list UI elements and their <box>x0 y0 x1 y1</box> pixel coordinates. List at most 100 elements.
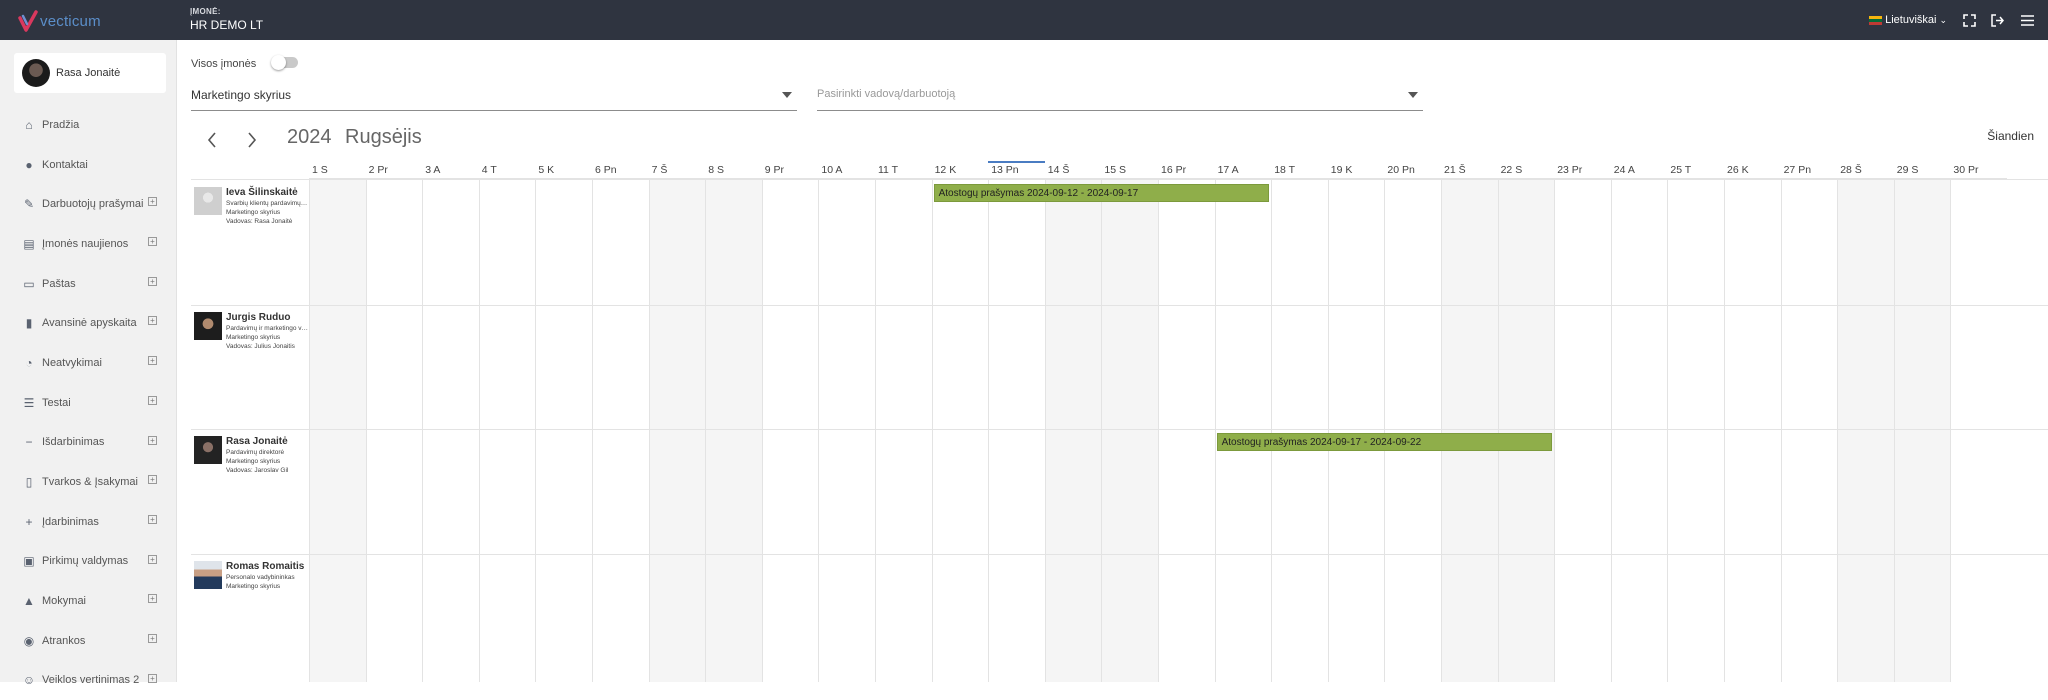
day-header: 21 Š <box>1441 161 1498 179</box>
sidebar-item-label: Kontaktai <box>42 158 88 171</box>
employee-photo <box>194 187 222 215</box>
all-companies-toggle[interactable] <box>271 55 298 70</box>
sidebar-item[interactable]: + Įdarbinimas + <box>0 502 177 542</box>
expand-icon[interactable]: + <box>148 395 157 405</box>
hamburger-menu-icon[interactable] <box>2019 12 2035 28</box>
day-column <box>761 161 819 682</box>
sidebar-item-label: Darbuotojų prašymai <box>42 198 144 211</box>
sidebar-item[interactable]: ✎ Darbuotojų prašymai + <box>0 184 177 224</box>
news-icon: ▤ <box>23 236 35 251</box>
expand-icon[interactable]: + <box>148 554 157 564</box>
day-header: 11 T <box>875 161 932 179</box>
company-label: ĮMONĖ: <box>190 7 221 16</box>
day-column <box>1158 161 1215 682</box>
day-header: 15 S <box>1101 161 1158 179</box>
sidebar-item[interactable]: ▮ Avansinė apyskaita + <box>0 303 177 343</box>
sidebar-item-label: Mokymai <box>42 595 87 608</box>
employee-row-header[interactable]: Romas Romaitis Personalo vadybininkas Mark… <box>191 554 309 650</box>
employee-name: Ieva Šilinskaitė <box>226 187 298 198</box>
main-content: Visos įmonės Marketingo skyrius Pasirink… <box>177 40 2048 682</box>
expand-icon[interactable]: + <box>148 316 157 326</box>
expand-icon[interactable]: + <box>148 514 157 524</box>
day-column <box>1327 161 1385 682</box>
sidebar-item[interactable]: − Išdarbinimas + <box>0 423 177 463</box>
department-select[interactable]: Marketingo skyrius <box>191 85 797 111</box>
day-column <box>1384 161 1441 682</box>
employee-row-header[interactable]: Jurgis RuduoPardavimų ir marketingo vady… <box>191 305 309 401</box>
day-column <box>648 161 706 682</box>
day-header: 24 A <box>1610 161 1668 179</box>
today-button[interactable]: Šiandien <box>1987 129 2034 143</box>
sidebar-item[interactable]: ▣ Pirkimų valdymas + <box>0 542 177 582</box>
day-header: 23 Pr <box>1554 161 1611 179</box>
expand-icon[interactable]: + <box>148 435 157 445</box>
day-header: 17 A <box>1214 161 1272 179</box>
graduation-cap-icon: ▲ <box>23 594 35 609</box>
vecticum-logo-icon <box>18 10 38 32</box>
user-minus-icon: − <box>25 435 33 450</box>
row-divider <box>191 429 2048 430</box>
avatar <box>22 59 50 87</box>
row-divider <box>191 304 2048 306</box>
day-column <box>478 161 536 682</box>
expand-icon[interactable]: + <box>148 356 157 366</box>
sidebar-item[interactable]: ▯ Tvarkos & Įsakymai + <box>0 462 177 502</box>
day-header: 12 K <box>931 161 989 179</box>
expand-icon[interactable]: + <box>148 197 157 207</box>
sidebar-item-label: Pirkimų valdymas <box>42 555 129 568</box>
fullscreen-icon[interactable] <box>1961 12 1977 28</box>
logout-icon[interactable] <box>1990 12 2006 28</box>
previous-month-button[interactable] <box>207 128 217 154</box>
employee-row-header[interactable]: Ieva Šilinskaitė Svarbių klientų pardavim… <box>191 181 309 276</box>
employee-row-header[interactable]: Rasa Jonaitė Pardavimų direktorė Marketing… <box>191 430 309 525</box>
day-header: 29 S <box>1893 161 1951 179</box>
day-column <box>1610 161 1668 682</box>
calendar-year: 2024 <box>287 126 332 148</box>
expand-icon[interactable]: + <box>148 633 157 643</box>
user-card[interactable]: Rasa Jonaitė <box>14 53 166 93</box>
money-icon: ▣ <box>23 554 35 569</box>
all-companies-label: Visos įmonės <box>191 58 257 70</box>
employee-photo <box>194 436 222 464</box>
sidebar-item[interactable]: ⌂ Pradžia <box>0 105 177 145</box>
sidebar-item-label: Neatvykimai <box>42 356 102 369</box>
sidebar-item-label: Įdarbinimas <box>42 515 99 528</box>
user-circle-icon: ◉ <box>23 633 35 648</box>
expand-icon[interactable]: + <box>148 594 157 604</box>
logo[interactable]: vecticum <box>18 9 101 33</box>
sidebar-item[interactable]: ● Kontaktai <box>0 145 177 185</box>
day-header: 4 T <box>478 161 536 179</box>
sidebar-item[interactable]: ◔ Neatvykimai + <box>0 343 177 383</box>
sidebar-item[interactable]: ▲ Mokymai + <box>0 581 177 621</box>
day-column <box>1724 161 1781 682</box>
day-header: 13 Pn <box>988 161 1045 179</box>
expand-icon[interactable]: + <box>148 237 157 247</box>
sidebar-item[interactable]: ▤ Įmonės naujienos + <box>0 224 177 264</box>
language-selector[interactable]: Lietuviškai ⌄ <box>1869 14 1947 26</box>
employee-photo <box>194 311 222 340</box>
employee-name: Rasa Jonaitė <box>226 436 288 447</box>
day-column <box>1497 161 1555 682</box>
next-month-button[interactable] <box>247 128 257 154</box>
day-column <box>1780 161 1838 682</box>
sidebar-item[interactable]: ☰ Testai + <box>0 383 177 423</box>
vacation-request-event[interactable]: Atostogų prašymas 2024-09-12 - 2024-09-1… <box>933 184 1270 202</box>
sidebar-item[interactable]: ▭ Paštas + <box>0 264 177 304</box>
vacation-request-event[interactable]: Atostogų prašymas 2024-09-17 - 2024-09-2… <box>1216 433 1553 451</box>
employee-select[interactable]: Pasirinkti vadovą/darbuotoją <box>817 85 1423 111</box>
expand-icon[interactable]: + <box>148 276 157 286</box>
day-header: 19 K <box>1327 161 1385 179</box>
day-column <box>1667 161 1724 682</box>
sidebar: Rasa Jonaitė ⌂ Pradžia ● Kontaktai ✎ Darbuoto… <box>0 40 177 687</box>
sidebar-item[interactable]: ◉ Atrankos + <box>0 621 177 661</box>
expand-icon[interactable]: + <box>148 673 157 683</box>
employee-detail: Marketingo skyrius <box>226 582 281 590</box>
sidebar-item[interactable]: ☺ Veiklos vertinimas 2 + <box>0 661 177 700</box>
user-edit-icon: ✎ <box>23 197 35 212</box>
day-header: 8 S <box>705 161 762 179</box>
employee-detail: Vadovas: Jaroslav Gil <box>226 467 289 474</box>
document-icon: ▮ <box>25 316 33 331</box>
day-column <box>1214 161 1272 682</box>
inbox-icon: ▭ <box>23 276 35 291</box>
expand-icon[interactable]: + <box>148 475 157 485</box>
